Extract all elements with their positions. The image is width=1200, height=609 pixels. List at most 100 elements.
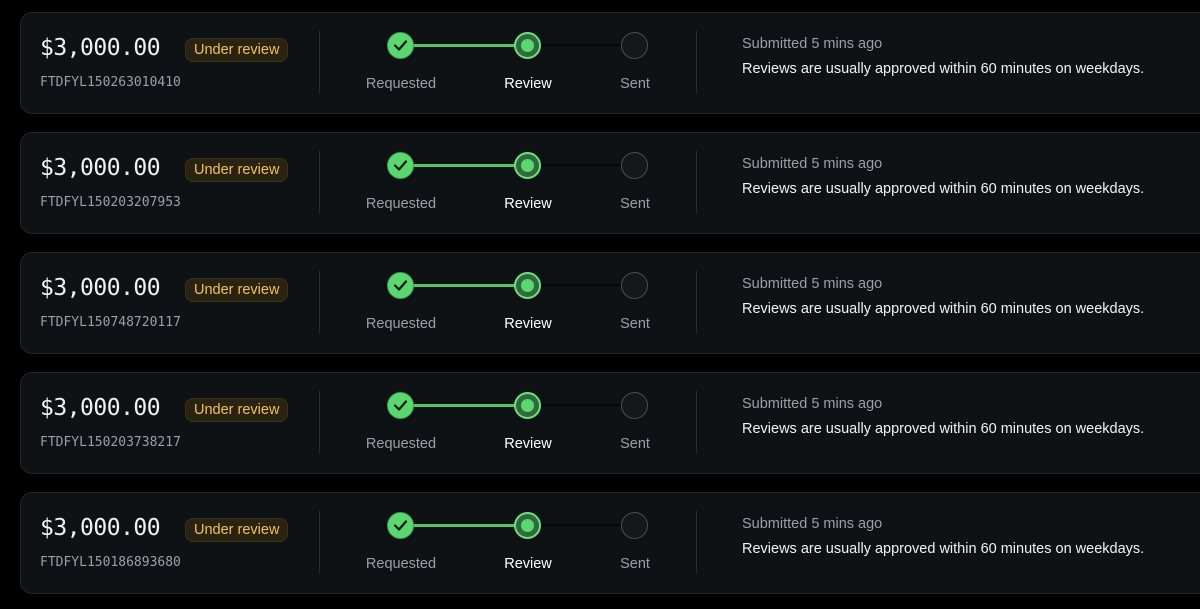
submitted-time: Submitted 5 mins ago [742,396,883,412]
step-sent-node [621,512,648,539]
submitted-time: Submitted 5 mins ago [742,156,883,172]
step-label-sent: Sent [620,436,650,452]
progress-line-pending [541,44,633,47]
divider [696,151,697,213]
step-label-sent: Sent [620,76,650,92]
status-badge: Under review [185,38,289,62]
progress-stepper: Requested Review Sent [351,373,691,473]
withdrawal-card[interactable]: $3,000.00 Under review FTDFYL15018689368… [20,492,1200,594]
divider [696,271,697,333]
progress-line-complete [413,404,529,407]
step-review-node [514,152,541,179]
progress-line-pending [541,524,633,527]
review-note: Reviews are usually approved within 60 m… [742,61,1145,77]
transaction-id: FTDFYL150748720117 [40,315,181,330]
review-note: Reviews are usually approved within 60 m… [742,421,1145,437]
withdrawal-card[interactable]: $3,000.00 Under review FTDFYL15026301041… [20,12,1200,114]
transaction-id: FTDFYL150263010410 [40,75,181,90]
step-sent-node [621,392,648,419]
step-label-sent: Sent [620,196,650,212]
status-badge: Under review [185,398,289,422]
progress-line-pending [541,284,633,287]
step-label-sent: Sent [620,556,650,572]
step-review-node [514,392,541,419]
amount-block: $3,000.00 Under review FTDFYL15074872011… [40,253,320,353]
dot-icon [521,519,534,532]
divider [319,151,320,213]
amount-block: $3,000.00 Under review FTDFYL15026301041… [40,13,320,113]
step-label-requested: Requested [365,556,437,572]
step-label-requested: Requested [365,196,437,212]
checkmark-icon [393,40,408,51]
progress-line-complete [413,164,529,167]
progress-stepper: Requested Review Sent [351,253,691,353]
checkmark-icon [393,520,408,531]
review-note: Reviews are usually approved within 60 m… [742,301,1145,317]
progress-line-complete [413,524,529,527]
step-review-node [514,32,541,59]
step-label-review: Review [504,556,552,572]
status-badge: Under review [185,158,289,182]
withdrawal-list: $3,000.00 Under review FTDFYL15026301041… [0,0,1200,609]
checkmark-icon [393,400,408,411]
step-review-node [514,272,541,299]
divider [696,511,697,573]
transaction-id: FTDFYL150203207953 [40,195,181,210]
step-sent-node [621,152,648,179]
step-label-requested: Requested [365,76,437,92]
status-badge: Under review [185,278,289,302]
step-label-requested: Requested [365,316,437,332]
amount-block: $3,000.00 Under review FTDFYL15018689368… [40,493,320,593]
dot-icon [521,399,534,412]
step-label-review: Review [504,76,552,92]
submitted-time: Submitted 5 mins ago [742,36,883,52]
submitted-time: Submitted 5 mins ago [742,276,883,292]
submitted-time: Submitted 5 mins ago [742,516,883,532]
amount: $3,000.00 [40,275,161,301]
step-label-review: Review [504,196,552,212]
step-label-sent: Sent [620,316,650,332]
dot-icon [521,39,534,52]
review-note: Reviews are usually approved within 60 m… [742,541,1145,557]
status-badge: Under review [185,518,289,542]
withdrawal-card[interactable]: $3,000.00 Under review FTDFYL15020320795… [20,132,1200,234]
amount-block: $3,000.00 Under review FTDFYL15020320795… [40,133,320,233]
amount: $3,000.00 [40,35,161,61]
divider [319,511,320,573]
step-sent-node [621,32,648,59]
progress-line-complete [413,284,529,287]
amount: $3,000.00 [40,515,161,541]
step-sent-node [621,272,648,299]
progress-line-pending [541,404,633,407]
amount: $3,000.00 [40,395,161,421]
step-label-review: Review [504,436,552,452]
step-requested-node [387,512,414,539]
divider [696,391,697,453]
progress-line-complete [413,44,529,47]
amount-block: $3,000.00 Under review FTDFYL15020373821… [40,373,320,473]
withdrawal-card[interactable]: $3,000.00 Under review FTDFYL15074872011… [20,252,1200,354]
divider [696,31,697,93]
progress-stepper: Requested Review Sent [351,133,691,233]
checkmark-icon [393,160,408,171]
dot-icon [521,159,534,172]
review-note: Reviews are usually approved within 60 m… [742,181,1145,197]
progress-stepper: Requested Review Sent [351,493,691,593]
progress-line-pending [541,164,633,167]
step-requested-node [387,272,414,299]
amount: $3,000.00 [40,155,161,181]
step-label-requested: Requested [365,436,437,452]
divider [319,391,320,453]
transaction-id: FTDFYL150186893680 [40,555,181,570]
divider [319,31,320,93]
dot-icon [521,279,534,292]
divider [319,271,320,333]
checkmark-icon [393,280,408,291]
withdrawal-card[interactable]: $3,000.00 Under review FTDFYL15020373821… [20,372,1200,474]
step-requested-node [387,392,414,419]
step-requested-node [387,152,414,179]
step-label-review: Review [504,316,552,332]
step-review-node [514,512,541,539]
progress-stepper: Requested Review Sent [351,13,691,113]
step-requested-node [387,32,414,59]
